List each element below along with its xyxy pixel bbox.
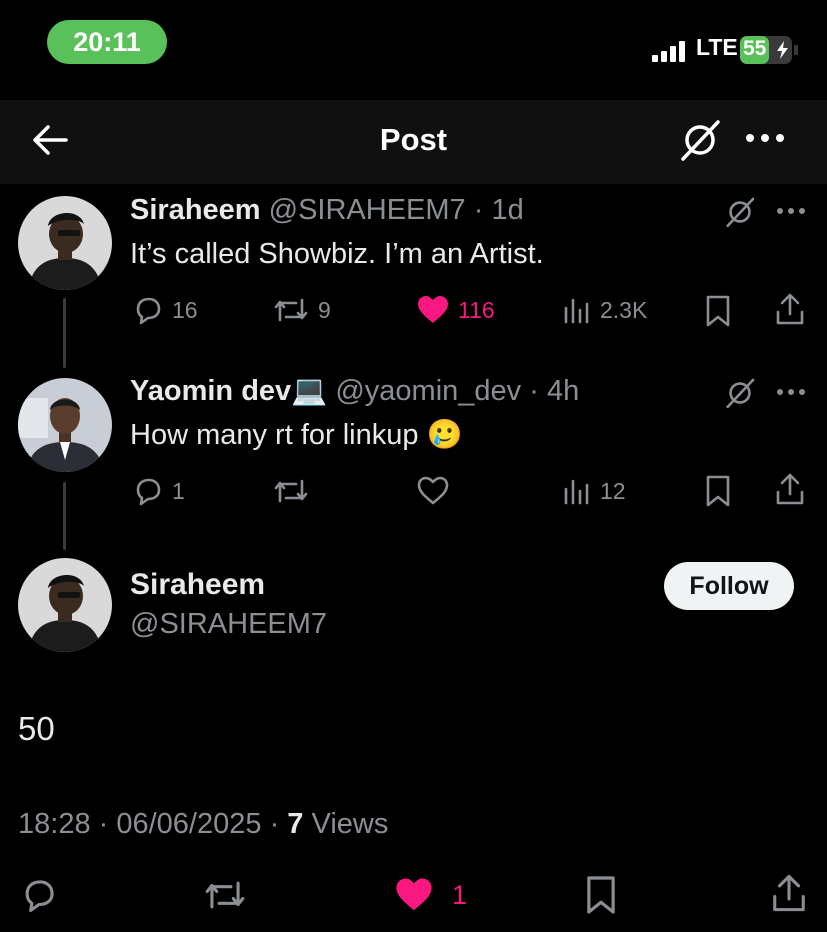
heart-filled-icon (418, 296, 448, 323)
tweet-text-content: How many rt for linkup (130, 419, 419, 451)
like-count: 1 (452, 879, 468, 910)
views-count: 2.3K (600, 296, 648, 323)
views-count: 12 (600, 477, 626, 504)
more-options-icon[interactable] (776, 204, 806, 218)
avatar[interactable] (18, 196, 112, 290)
repost-count: 9 (318, 296, 331, 323)
tweet-header: Siraheem @SIRAHEEM7 · 1d (130, 194, 524, 226)
reply-icon (136, 297, 161, 325)
grok-icon[interactable] (678, 118, 722, 162)
heart-icon (417, 476, 449, 505)
share-icon[interactable] (774, 472, 806, 506)
tweet-text: How many rt for linkup 🥲 (130, 418, 463, 452)
reply-icon[interactable] (20, 876, 58, 914)
author-name[interactable]: Yaomin dev (130, 375, 291, 407)
bookmark-icon[interactable] (704, 294, 732, 328)
author-handle[interactable]: @SIRAHEEM7 (269, 194, 466, 226)
smiling-tear-emoji: 🥲 (426, 419, 463, 451)
share-icon[interactable] (770, 872, 808, 914)
battery-icon: 55 (740, 36, 798, 64)
like-button[interactable]: 1 (394, 876, 467, 914)
like-count: 116 (458, 296, 495, 323)
reply-icon (136, 478, 161, 506)
author-handle[interactable]: @yaomin_dev (335, 375, 521, 407)
heart-filled-icon (396, 878, 432, 911)
views-button[interactable]: 2.3K (562, 294, 647, 326)
network-label: LTE (696, 34, 738, 60)
reply-button[interactable]: 1 (132, 475, 185, 507)
follow-button[interactable]: Follow (664, 562, 794, 610)
grok-icon[interactable] (724, 377, 756, 409)
views-icon (564, 479, 589, 505)
repost-icon (274, 298, 308, 322)
like-button[interactable] (416, 475, 458, 507)
reply-button[interactable]: 16 (132, 294, 198, 326)
more-options-icon[interactable] (776, 385, 806, 399)
views-count: 7 (287, 808, 304, 840)
thread-line (63, 482, 66, 550)
post-text: 50 (18, 710, 55, 747)
like-button[interactable]: 116 (416, 294, 495, 326)
grok-icon[interactable] (724, 196, 756, 228)
signal-icon (652, 38, 692, 62)
share-icon[interactable] (774, 292, 806, 326)
post-age: 1d (491, 194, 524, 226)
views-button[interactable]: 12 (562, 475, 626, 507)
thread-line (63, 298, 66, 368)
views-icon (564, 298, 589, 324)
post-meta: 18:28 · 06/06/2025 · 7 Views (18, 808, 389, 840)
bookmark-icon[interactable] (704, 474, 732, 508)
reply-count: 16 (172, 296, 198, 323)
author-handle[interactable]: @SIRAHEEM7 (130, 608, 327, 641)
battery-level: 55 (743, 37, 767, 60)
post-time: 18:28 (18, 808, 91, 840)
repost-icon[interactable] (202, 876, 248, 914)
avatar[interactable] (18, 558, 112, 652)
post-date: 06/06/2025 (116, 808, 262, 840)
repost-button[interactable] (272, 475, 318, 507)
more-options-icon[interactable] (745, 128, 785, 148)
post-age: 4h (546, 375, 580, 407)
author-name[interactable]: Siraheem (130, 194, 261, 226)
laptop-emoji: 💻 (291, 375, 328, 407)
repost-icon (274, 479, 308, 503)
author-name[interactable]: Siraheem (130, 568, 265, 602)
tweet-text: It’s called Showbiz. I’m an Artist. (130, 238, 544, 270)
status-time: 20:11 (47, 20, 167, 64)
reply-count: 1 (172, 477, 185, 504)
repost-button[interactable]: 9 (272, 294, 331, 326)
bookmark-icon[interactable] (584, 874, 618, 916)
tweet-header: Yaomin dev💻 @yaomin_dev · 4h (130, 375, 580, 407)
views-label[interactable]: Views (312, 808, 389, 840)
avatar[interactable] (18, 378, 112, 472)
